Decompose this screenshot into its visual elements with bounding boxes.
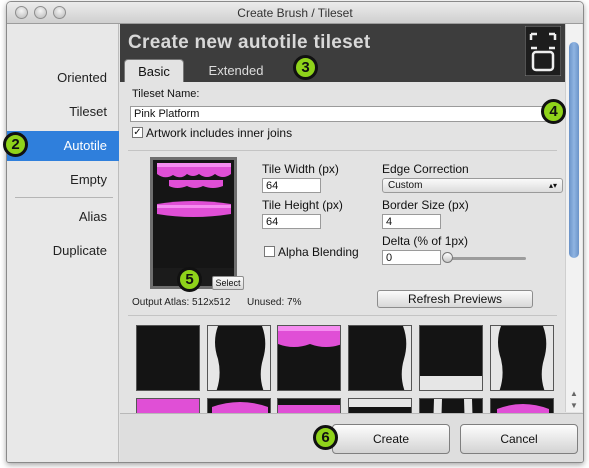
tile-preview: [419, 398, 483, 413]
vertical-scrollbar[interactable]: ▲ ▼: [565, 24, 582, 412]
tile-preview: [348, 325, 412, 391]
dialog-header: Create new autotile tileset Basic Extend…: [120, 24, 565, 82]
basic-tab-panel: Tileset Name: Pink Platform ✓ Artwork in…: [120, 82, 565, 413]
artwork-inner-joins-checkbox[interactable]: ✓: [132, 127, 143, 138]
section-divider: [128, 150, 557, 151]
window-title: Create Brush / Tileset: [237, 6, 353, 20]
tile-preview: [277, 325, 341, 391]
select-artwork-button[interactable]: Select: [212, 276, 244, 290]
cancel-button[interactable]: Cancel: [460, 424, 578, 454]
callout-badge: 2: [3, 132, 28, 157]
tile-preview: [419, 325, 483, 391]
title-bar: Create Brush / Tileset: [7, 2, 583, 24]
tab-basic[interactable]: Basic: [124, 59, 184, 82]
tile-preview: [490, 325, 554, 391]
tile-preview: [490, 398, 554, 413]
delta-slider-thumb[interactable]: [442, 252, 453, 263]
preview-divider: [128, 315, 557, 316]
scroll-up-arrow-icon[interactable]: ▲: [570, 389, 578, 398]
unused-text: Unused: 7%: [247, 297, 302, 308]
alpha-blending-label: Alpha Blending: [278, 245, 359, 259]
sidebar-divider: [15, 197, 113, 198]
delta-input[interactable]: 0: [382, 250, 441, 265]
sidebar-item-alias[interactable]: Alias: [7, 202, 119, 232]
scroll-down-arrow-icon[interactable]: ▼: [570, 401, 578, 410]
refresh-previews-button[interactable]: Refresh Previews: [377, 290, 533, 308]
artwork-atlas-image: [153, 160, 234, 268]
tile-preview: [207, 398, 271, 413]
tileset-name-input[interactable]: Pink Platform: [130, 106, 558, 122]
page-title: Create new autotile tileset: [128, 32, 371, 53]
tile-preview: [136, 398, 200, 413]
callout-badge: 5: [177, 267, 202, 292]
tab-extended[interactable]: Extended: [200, 59, 272, 82]
sidebar-item-duplicate[interactable]: Duplicate: [7, 236, 119, 266]
tile-preview: [348, 398, 412, 413]
sidebar-item-oriented[interactable]: Oriented: [7, 63, 119, 93]
select-arrows-icon: ▴▾: [548, 181, 557, 190]
callout-badge: 3: [293, 55, 318, 80]
delta-slider-track[interactable]: [444, 257, 526, 260]
output-atlas-text: Output Atlas: 512x512: [132, 297, 231, 308]
callout-badge: 4: [541, 99, 566, 124]
alpha-blending-checkbox[interactable]: [264, 246, 275, 257]
edge-correction-label: Edge Correction: [382, 162, 469, 176]
tile-preview: [207, 325, 271, 391]
tile-height-input[interactable]: 64: [262, 214, 321, 229]
sidebar-item-tileset[interactable]: Tileset: [7, 97, 119, 127]
brush-logo-icon: [525, 26, 561, 76]
scrollbar-thumb[interactable]: [569, 42, 579, 258]
callout-badge: 6: [313, 425, 338, 450]
border-size-label: Border Size (px): [382, 198, 469, 212]
edge-correction-value: Custom: [388, 180, 423, 191]
sidebar: Oriented Tileset Autotile Empty Alias Du…: [7, 24, 119, 462]
create-button[interactable]: Create: [332, 424, 450, 454]
artwork-inner-joins-label: Artwork includes inner joins: [146, 126, 293, 140]
edge-correction-select[interactable]: Custom ▴▾: [382, 178, 563, 193]
tile-width-input[interactable]: 64: [262, 178, 321, 193]
tile-preview: [277, 398, 341, 413]
tileset-name-label: Tileset Name:: [132, 88, 200, 100]
delta-label: Delta (% of 1px): [382, 234, 469, 248]
tile-height-label: Tile Height (px): [262, 198, 343, 212]
tile-preview: [136, 325, 200, 391]
sidebar-item-empty[interactable]: Empty: [7, 165, 119, 195]
dialog-footer: Create Cancel: [120, 413, 583, 462]
tile-width-label: Tile Width (px): [262, 162, 339, 176]
border-size-input[interactable]: 4: [382, 214, 441, 229]
